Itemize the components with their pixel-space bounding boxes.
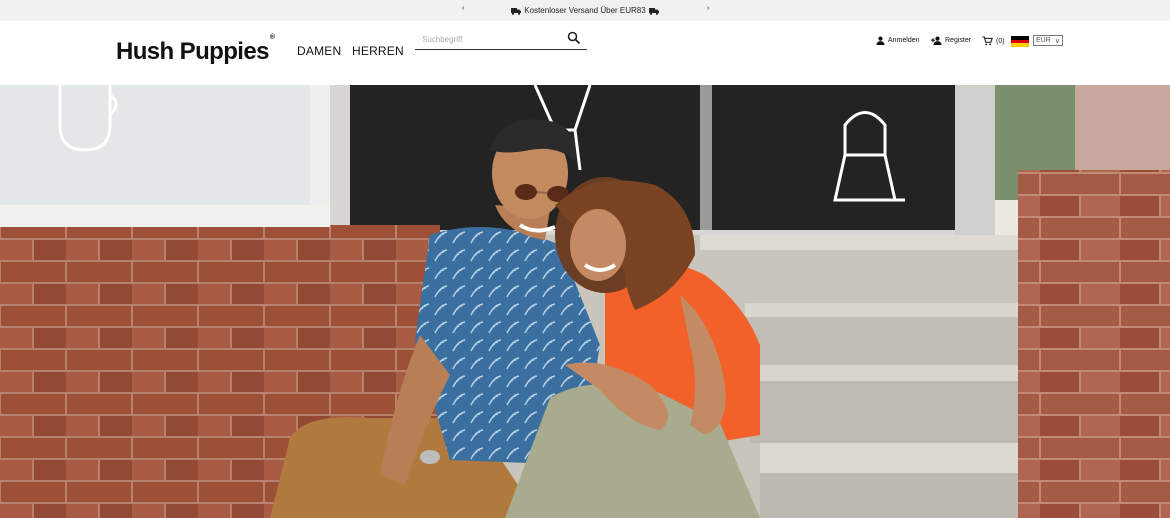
currency-value: EUR	[1036, 37, 1051, 44]
login-label: Anmelden	[888, 37, 920, 44]
registered-mark: ®	[269, 34, 275, 41]
truck-icon	[648, 7, 659, 15]
login-link[interactable]: Anmelden	[876, 36, 920, 45]
nav-damen[interactable]: DAMEN	[297, 44, 341, 58]
register-label: Register	[945, 37, 972, 44]
user-icon	[876, 36, 885, 45]
site-header: Hush Puppies® DAMEN HERREN Anmelden Regi…	[0, 21, 1170, 85]
promo-message: Kostenloser Versand Über EUR83	[524, 6, 646, 15]
promo-prev-arrow[interactable]: ‹	[458, 3, 468, 14]
promo-message-wrap: Kostenloser Versand Über EUR83	[511, 6, 659, 15]
announcement-bar: ‹ Kostenloser Versand Über EUR83 ›	[0, 0, 1170, 21]
cart-link[interactable]: (0)	[982, 36, 1005, 46]
search-icon[interactable]	[567, 31, 581, 45]
register-link[interactable]: Register	[931, 36, 971, 45]
germany-flag-icon[interactable]	[1011, 36, 1029, 47]
cart-icon	[982, 36, 993, 46]
logo-text: Hush Puppies	[116, 38, 269, 65]
user-plus-icon	[931, 36, 942, 45]
truck-icon	[511, 7, 522, 15]
search-input[interactable]	[422, 32, 562, 46]
nav-herren[interactable]: HERREN	[352, 44, 404, 58]
hero-banner[interactable]	[0, 85, 1170, 518]
currency-select[interactable]: EUR ∨	[1033, 35, 1063, 46]
brand-logo[interactable]: Hush Puppies®	[116, 34, 275, 66]
promo-next-arrow[interactable]: ›	[703, 3, 713, 14]
hero-image	[0, 85, 1170, 518]
cart-count: (0)	[996, 37, 1005, 45]
search-bar	[415, 28, 587, 50]
chevron-down-icon: ∨	[1054, 37, 1060, 45]
